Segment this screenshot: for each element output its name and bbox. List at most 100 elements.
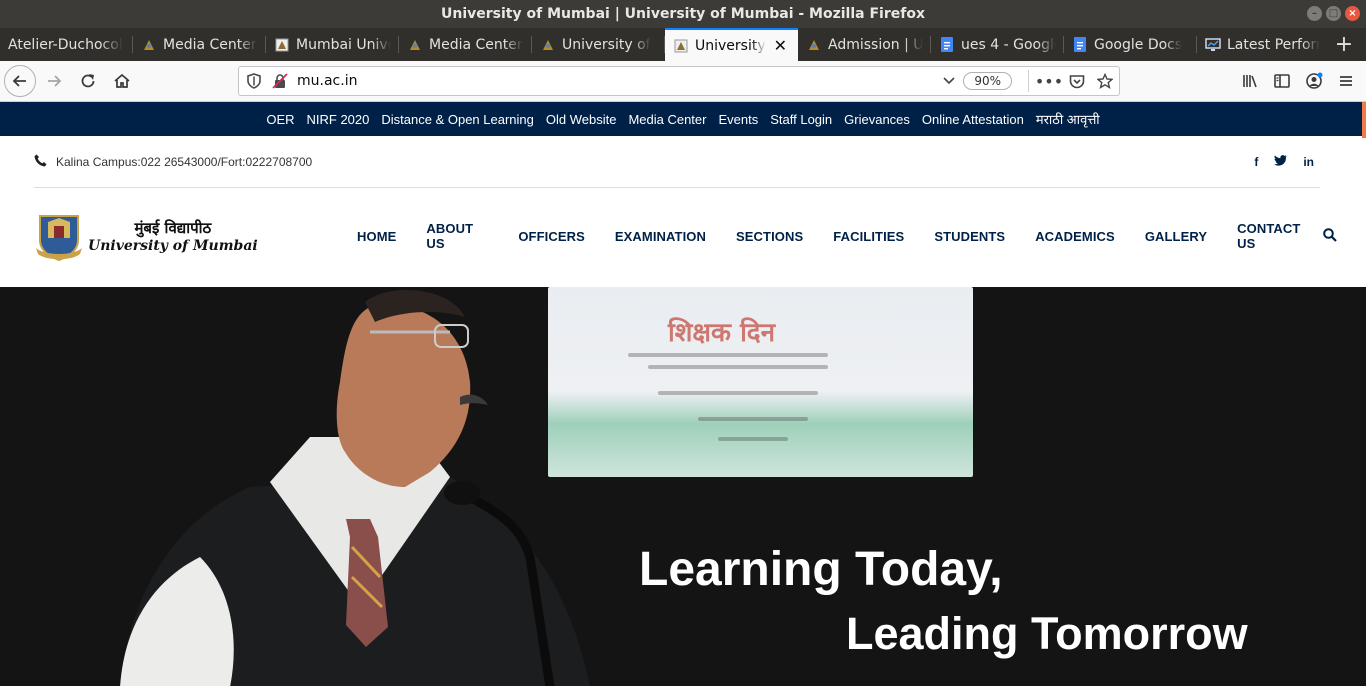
tab-title: Media Center <box>163 36 257 53</box>
account-icon <box>1306 72 1323 89</box>
top-utility-nav: OER NIRF 2020 Distance & Open Learning O… <box>0 102 1366 136</box>
facebook-icon[interactable]: f <box>1254 155 1258 169</box>
contact-row: Kalina Campus:022 26543000/Fort:02227087… <box>34 136 1320 188</box>
topnav-staff-login[interactable]: Staff Login <box>770 112 832 127</box>
tab-title: Media Center <box>429 36 523 53</box>
tab-6[interactable]: Admission | U <box>798 28 931 61</box>
insecure-lock-icon[interactable] <box>269 70 291 92</box>
tab-9[interactable]: Latest Perform <box>1197 28 1328 61</box>
minimize-icon[interactable]: – <box>1307 6 1322 21</box>
university-logo[interactable]: मुंबई विद्यापीठ University of Mumbai <box>34 210 258 262</box>
university-crest-icon <box>36 215 82 262</box>
tab-1[interactable]: Media Center <box>133 28 266 61</box>
menu-students[interactable]: STUDENTS <box>934 229 1005 244</box>
url-bar[interactable]: mu.ac.in 90% ••• <box>238 66 1120 96</box>
hamburger-menu-icon <box>1340 76 1352 86</box>
back-arrow-icon <box>12 75 26 87</box>
university-logo-icon <box>673 38 689 54</box>
url-separator <box>1028 70 1029 92</box>
topnav-online-attestation[interactable]: Online Attestation <box>922 112 1024 127</box>
logo-marathi-text: मुंबई विद्यापीठ <box>134 219 212 237</box>
main-menu: HOME ABOUT US OFFICERS EXAMINATION SECTI… <box>357 194 1344 278</box>
tab-5-active[interactable]: University ✕ <box>665 28 798 61</box>
tab-title: University <box>695 37 766 54</box>
back-button[interactable] <box>4 65 36 97</box>
library-button[interactable] <box>1234 65 1266 97</box>
menu-sections[interactable]: SECTIONS <box>736 229 803 244</box>
sidebar-icon <box>1274 74 1290 88</box>
menu-button[interactable] <box>1330 65 1362 97</box>
site-header: मुंबई विद्यापीठ University of Mumbai HOM… <box>34 194 1344 278</box>
forward-button[interactable] <box>38 65 70 97</box>
tab-4[interactable]: University of <box>532 28 665 61</box>
account-button[interactable] <box>1298 65 1330 97</box>
page-actions-icon[interactable]: ••• <box>1035 72 1063 91</box>
topnav-old-website[interactable]: Old Website <box>546 112 617 127</box>
university-crest-icon <box>806 37 822 53</box>
maximize-icon[interactable]: □ <box>1326 6 1341 21</box>
page-scrollbar-thumb[interactable] <box>1362 102 1366 138</box>
twitter-icon[interactable] <box>1274 154 1287 169</box>
library-icon <box>1243 75 1257 88</box>
pocket-icon[interactable] <box>1063 74 1091 89</box>
university-crest-icon <box>141 37 157 53</box>
google-docs-icon <box>1072 37 1088 53</box>
close-tab-icon[interactable]: ✕ <box>774 36 787 55</box>
topnav-marathi-version[interactable]: मराठी आवृत्ती <box>1036 110 1100 128</box>
topnav-media-center[interactable]: Media Center <box>628 112 706 127</box>
tab-8[interactable]: Google Docs <box>1064 28 1197 61</box>
tab-title: Latest Perform <box>1227 36 1320 53</box>
topnav-distance-learning[interactable]: Distance & Open Learning <box>381 112 533 127</box>
topnav-nirf[interactable]: NIRF 2020 <box>307 112 370 127</box>
reload-icon <box>81 74 95 88</box>
topnav-oer[interactable]: OER <box>266 112 294 127</box>
menu-academics[interactable]: ACADEMICS <box>1035 229 1115 244</box>
chevron-down-icon[interactable] <box>935 77 963 85</box>
topnav-events[interactable]: Events <box>718 112 758 127</box>
tracking-shield-icon[interactable] <box>243 70 265 92</box>
home-button[interactable] <box>106 65 138 97</box>
topnav-grievances[interactable]: Grievances <box>844 112 910 127</box>
tab-2[interactable]: Mumbai Unive <box>266 28 399 61</box>
university-crest-icon <box>540 37 556 53</box>
hero-headline-2: Leading Tomorrow <box>846 608 1248 659</box>
menu-gallery[interactable]: GALLERY <box>1145 229 1207 244</box>
tab-title: Mumbai Unive <box>296 36 391 53</box>
close-window-icon[interactable]: × <box>1345 6 1360 21</box>
reload-button[interactable] <box>72 65 104 97</box>
menu-about-us[interactable]: ABOUT US <box>426 221 488 251</box>
google-docs-icon <box>939 37 955 53</box>
search-icon[interactable] <box>1323 227 1337 246</box>
menu-officers[interactable]: OFFICERS <box>518 229 585 244</box>
phone-info: Kalina Campus:022 26543000/Fort:02227087… <box>34 154 312 170</box>
social-links: f in <box>1254 155 1314 169</box>
university-crest-icon <box>407 37 423 53</box>
menu-examination[interactable]: EXAMINATION <box>615 229 706 244</box>
tab-title: Admission | U <box>828 36 923 53</box>
zoom-indicator[interactable]: 90% <box>963 72 1012 90</box>
monitor-icon <box>1205 37 1221 53</box>
menu-home[interactable]: HOME <box>357 229 396 244</box>
web-page: OER NIRF 2020 Distance & Open Learning O… <box>0 102 1366 686</box>
linkedin-icon[interactable]: in <box>1303 155 1314 169</box>
window-titlebar: University of Mumbai | University of Mum… <box>0 0 1366 28</box>
url-text[interactable]: mu.ac.in <box>297 73 935 89</box>
new-tab-button[interactable]: + <box>1328 28 1360 61</box>
bookmark-star-icon[interactable] <box>1091 73 1119 89</box>
phone-icon <box>34 154 47 170</box>
menu-facilities[interactable]: FACILITIES <box>833 229 904 244</box>
phone-text: Kalina Campus:022 26543000/Fort:02227087… <box>56 154 313 169</box>
tab-strip: Atelier-Duchocol Media Center Mumbai Uni… <box>0 28 1366 61</box>
speaker-photo <box>120 290 590 686</box>
tab-3[interactable]: Media Center <box>399 28 532 61</box>
tab-0[interactable]: Atelier-Duchocol <box>0 28 133 61</box>
university-logo-icon <box>274 37 290 53</box>
home-icon <box>114 73 130 88</box>
nav-toolbar: mu.ac.in 90% ••• <box>0 61 1366 102</box>
hero-slider[interactable]: शिक्षक दिन Learning Today, Leading Tomor… <box>0 287 1366 686</box>
sidebar-button[interactable] <box>1266 65 1298 97</box>
tab-title: Google Docs <box>1094 36 1183 53</box>
menu-contact-us[interactable]: CONTACT US <box>1237 221 1314 251</box>
tab-7[interactable]: ues 4 - Google <box>931 28 1064 61</box>
logo-english-text: University of Mumbai <box>88 238 258 254</box>
